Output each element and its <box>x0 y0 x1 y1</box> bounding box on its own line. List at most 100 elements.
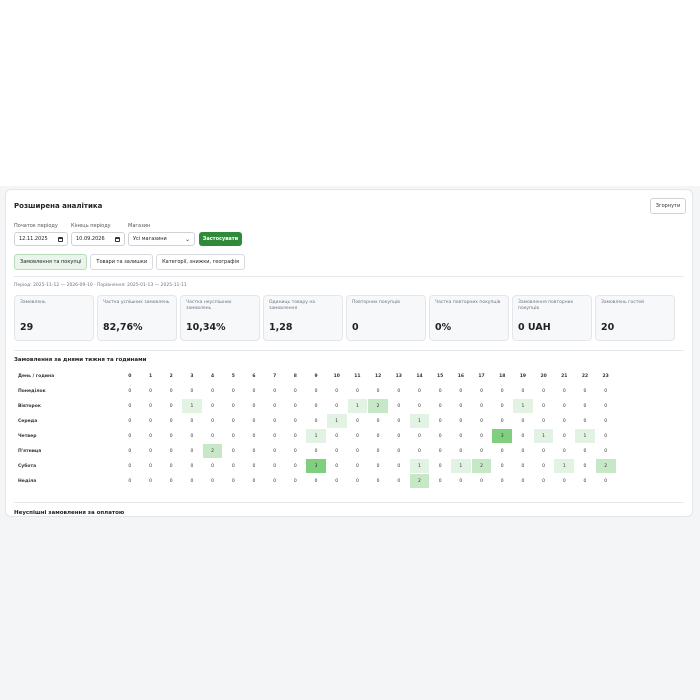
heatmap-cell: 0 <box>182 429 202 443</box>
heatmap-cell: 0 <box>120 384 140 398</box>
heatmap-cell: 0 <box>492 399 513 413</box>
apply-button[interactable]: Застосувати <box>199 232 242 246</box>
heatmap-cell: 0 <box>554 414 575 428</box>
tab-categories-discounts-geo[interactable]: Категорії, знижки, географія <box>156 254 245 270</box>
kpi-card-orders: Замовлень 29 <box>14 295 94 341</box>
heatmap-hour-header: 2 <box>169 374 173 379</box>
calendar-icon[interactable] <box>58 236 63 242</box>
end-date-value: 10.09.2026 <box>76 236 105 242</box>
heatmap-cell: 0 <box>388 414 409 428</box>
heatmap-cell: 0 <box>285 474 306 488</box>
heatmap-cell: 0 <box>347 459 368 473</box>
kpi-value: 0 <box>352 322 359 333</box>
heatmap-cell: 0 <box>533 384 554 398</box>
heatmap-cell: 0 <box>513 429 533 443</box>
store-label: Магазин <box>128 223 151 229</box>
calendar-icon[interactable] <box>115 236 120 242</box>
heatmap-cell: 0 <box>161 474 182 488</box>
heatmap-cell: 0 <box>285 414 306 428</box>
heatmap-cell: 1 <box>326 414 347 428</box>
heatmap-cell: 0 <box>285 459 306 473</box>
heatmap-cell: 0 <box>223 384 244 398</box>
heatmap-cell: 0 <box>285 429 306 443</box>
heatmap-cell: 0 <box>182 459 202 473</box>
heatmap-cell: 0 <box>513 474 533 488</box>
heatmap-day-label: Середа <box>18 418 38 424</box>
heatmap-cell: 0 <box>244 384 264 398</box>
heatmap-cell: 0 <box>554 399 575 413</box>
heatmap-cell: 0 <box>161 384 182 398</box>
heatmap-cell: 0 <box>182 414 202 428</box>
heatmap-cell: 0 <box>347 429 368 443</box>
heatmap-cell: 0 <box>120 459 140 473</box>
kpi-card-success-rate: Частка успішних замовлень 82,76% <box>97 295 177 341</box>
heatmap-cell: 0 <box>120 474 140 488</box>
heatmap-cell: 0 <box>595 474 616 488</box>
heatmap-cell: 0 <box>409 399 430 413</box>
tab-products-stock[interactable]: Товари та залишки <box>90 254 154 270</box>
heatmap-cell: 0 <box>140 384 161 398</box>
heatmap-cell: 0 <box>306 474 326 488</box>
heatmap-cell: 0 <box>388 459 409 473</box>
heatmap-cell: 0 <box>513 444 533 458</box>
end-date-input[interactable]: 10.09.2026 <box>71 232 125 246</box>
store-select[interactable]: Усі магазини ⌄ <box>128 232 195 246</box>
heatmap-cell: 0 <box>264 384 285 398</box>
heatmap-hour-header: 6 <box>252 374 256 379</box>
heatmap-cell: 0 <box>223 459 244 473</box>
start-date-input[interactable]: 12.11.2025 <box>14 232 68 246</box>
heatmap-row: П'ятниця 0 0 0 0 2 0 0 0 0 0 0 0 0 0 0 0 0 0 0 0 0 0 0 0 <box>15 444 616 458</box>
heatmap-cell: 0 <box>202 474 223 488</box>
collapse-button[interactable]: Згорнути <box>650 198 686 214</box>
heatmap-hour-header: 9 <box>314 374 318 379</box>
heatmap-cell: 0 <box>306 444 326 458</box>
heatmap-cell: 0 <box>409 384 430 398</box>
kpi-card-repeat-customers: Повторних покупців 0 <box>346 295 426 341</box>
heatmap-cell: 0 <box>595 384 616 398</box>
heatmap-hour-header: 17 <box>478 374 485 379</box>
heatmap-day-label: Неділя <box>18 478 37 484</box>
heatmap-cell: 0 <box>513 459 533 473</box>
heatmap-hour-header: 20 <box>540 374 547 379</box>
kpi-label: Замовлення повторних покупців <box>518 300 574 311</box>
heatmap-cell: 0 <box>202 414 223 428</box>
heatmap-cell: 0 <box>575 384 595 398</box>
heatmap-hour-header: 14 <box>416 374 423 379</box>
heatmap-cell: 0 <box>285 384 306 398</box>
heatmap-cell: 0 <box>202 459 223 473</box>
kpi-value: 10,34% <box>186 322 226 333</box>
heatmap-cell: 0 <box>264 474 285 488</box>
kpi-value: 29 <box>20 322 34 333</box>
heatmap-cell: 0 <box>120 429 140 443</box>
failed-orders-title: Неуспішні замовлення за оплатою <box>14 510 125 516</box>
heatmap-cell: 0 <box>140 399 161 413</box>
heatmap-cell: 0 <box>388 474 409 488</box>
heatmap-body: Понеділок 0 0 0 0 0 0 0 0 0 0 0 0 0 0 0 0 0 0 0 0 0 0 0 0 Вівторо… <box>15 384 616 488</box>
heatmap-cell: 0 <box>471 399 492 413</box>
kpi-value: 82,76% <box>103 322 143 333</box>
heatmap-cell: 0 <box>140 444 161 458</box>
kpi-cards: Замовлень 29 Частка успішних замовлень 8… <box>14 295 675 341</box>
heatmap-day-label: Понеділок <box>18 388 46 394</box>
heatmap-cell: 0 <box>285 444 306 458</box>
heatmap-hour-header: 7 <box>273 374 277 379</box>
heatmap-cell: 0 <box>451 384 471 398</box>
start-date-value: 12.11.2025 <box>19 236 48 242</box>
heatmap-cell: 0 <box>533 414 554 428</box>
heatmap-cell: 0 <box>182 474 202 488</box>
heatmap-cell: 0 <box>368 414 388 428</box>
heatmap-cell: 0 <box>368 444 388 458</box>
heatmap-cell: 0 <box>388 384 409 398</box>
heatmap-cell: 0 <box>533 399 554 413</box>
heatmap-cell: 0 <box>202 399 223 413</box>
panel-title: Розширена аналітика <box>14 202 103 210</box>
heatmap-cell: 0 <box>244 444 264 458</box>
heatmap-hour-header: 15 <box>437 374 444 379</box>
heatmap-cell: 0 <box>451 444 471 458</box>
heatmap-cell: 0 <box>430 414 450 428</box>
heatmap-cell: 0 <box>140 429 161 443</box>
tab-orders-customers[interactable]: Замовлення та покупці <box>14 254 88 270</box>
kpi-value: 0% <box>435 322 452 333</box>
heatmap-cell: 0 <box>140 414 161 428</box>
heatmap-cell: 0 <box>492 384 513 398</box>
